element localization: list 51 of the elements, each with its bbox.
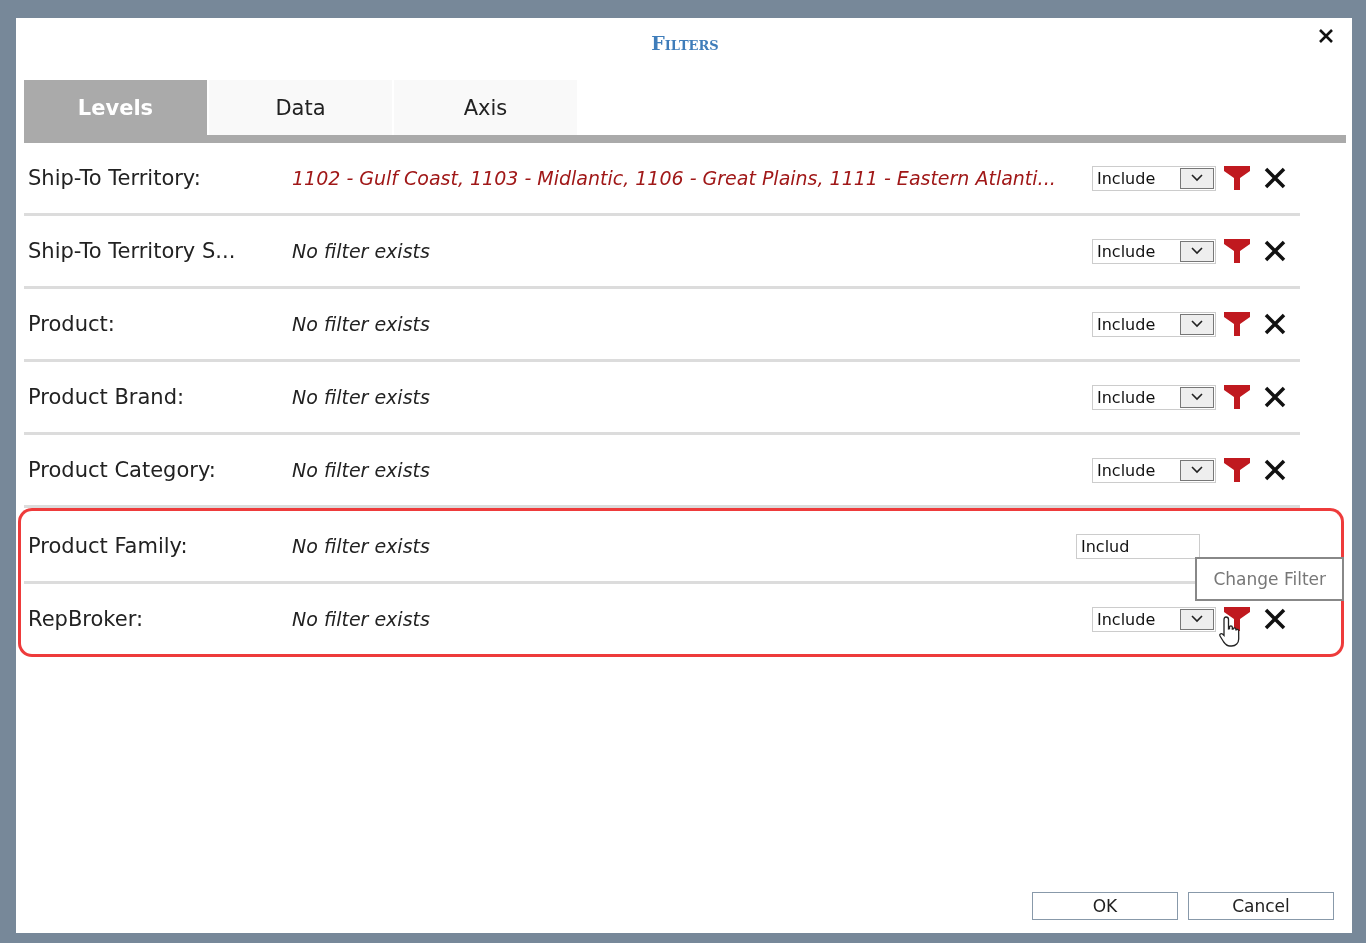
remove-filter-button[interactable] [1264, 386, 1286, 408]
dropdown-button[interactable] [1180, 459, 1214, 481]
filter-level-label: Ship-To Territory S... [27, 239, 237, 263]
include-dropdown[interactable]: Includ [1076, 533, 1200, 559]
change-filter-button[interactable] [1224, 312, 1250, 336]
change-filter-button[interactable] [1224, 385, 1250, 409]
filter-value: No filter exists [292, 535, 431, 557]
dialog-button[interactable]: OK [1032, 892, 1178, 920]
tooltip: Change Filter [1195, 556, 1344, 601]
remove-filter-button[interactable] [1264, 608, 1286, 630]
filter-value: No filter exists [292, 608, 431, 630]
chevron-down-icon [1191, 174, 1203, 182]
change-filter-button[interactable] [1224, 458, 1250, 482]
filter-level-label: Ship-To Territory: [27, 166, 202, 190]
chevron-down-icon [1191, 247, 1203, 255]
change-filter-button[interactable] [1224, 239, 1250, 263]
include-dropdown[interactable]: Include [1092, 311, 1216, 337]
dropdown-button[interactable] [1180, 313, 1214, 335]
close-icon [1318, 28, 1334, 44]
tab[interactable]: Axis [394, 80, 577, 135]
chevron-down-icon [1191, 393, 1203, 401]
remove-filter-button[interactable] [1264, 240, 1286, 262]
filter-level-label: Product Brand: [27, 385, 186, 409]
remove-filter-button[interactable] [1264, 459, 1286, 481]
dropdown-button[interactable] [1180, 386, 1214, 408]
filter-value: No filter exists [292, 240, 431, 262]
filter-value: No filter exists [292, 313, 431, 335]
filter-value: No filter exists [292, 386, 431, 408]
filter-value: 1102 - Gulf Coast, 1103 - Midlantic, 1106 - Great Plains, 1111 - Eastern Atlanti... [292, 167, 1057, 189]
tab[interactable]: Data [209, 80, 392, 135]
include-dropdown[interactable]: Include [1092, 165, 1216, 191]
chevron-down-icon [1191, 615, 1203, 623]
filter-level-label: Product: [27, 312, 116, 336]
filter-level-label: Product Family: [27, 534, 189, 558]
dropdown-button[interactable] [1180, 240, 1214, 262]
change-filter-button[interactable] [1224, 166, 1250, 190]
include-dropdown[interactable]: Include [1092, 238, 1216, 264]
remove-filter-button[interactable] [1264, 167, 1286, 189]
filter-value: No filter exists [292, 459, 431, 481]
dialog-button[interactable]: Cancel [1188, 892, 1334, 920]
dialog-title: Filters [651, 32, 719, 54]
include-dropdown[interactable]: Include [1092, 384, 1216, 410]
filter-level-label: RepBroker: [27, 607, 144, 631]
include-dropdown[interactable]: Include [1092, 457, 1216, 483]
filter-level-label: Product Category: [27, 458, 217, 482]
dropdown-button[interactable] [1180, 167, 1214, 189]
chevron-down-icon [1191, 466, 1203, 474]
include-dropdown[interactable]: Include [1092, 606, 1216, 632]
dropdown-button[interactable] [1180, 608, 1214, 630]
chevron-down-icon [1191, 320, 1203, 328]
remove-filter-button[interactable] [1264, 313, 1286, 335]
